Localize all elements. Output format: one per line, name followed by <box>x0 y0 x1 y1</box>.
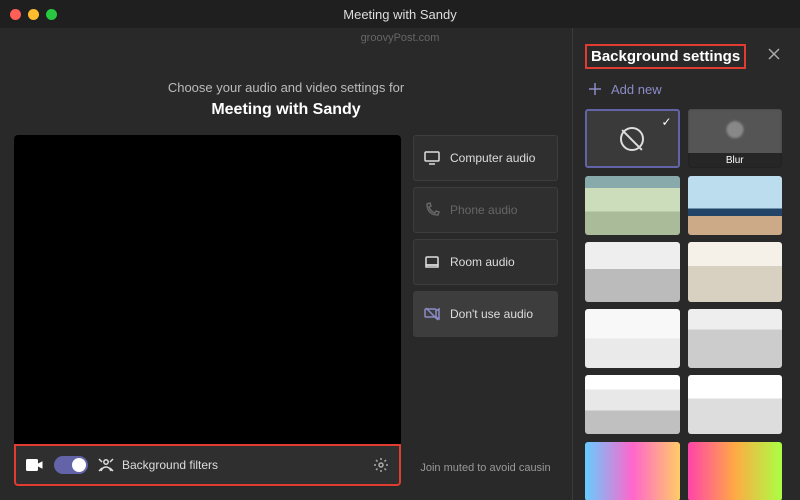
window-title: Meeting with Sandy <box>0 7 800 22</box>
bg-thumb-image[interactable] <box>688 176 783 235</box>
bg-thumb-blur[interactable]: Blur <box>688 109 783 168</box>
audio-option-computer[interactable]: Computer audio <box>413 135 558 181</box>
camera-toggle[interactable] <box>54 456 88 474</box>
background-thumbnails: ✓ Blur <box>585 109 788 500</box>
bg-thumb-image[interactable] <box>585 176 680 235</box>
close-panel-button[interactable] <box>760 42 788 71</box>
background-filters-button[interactable]: Background filters <box>98 457 218 473</box>
phone-icon <box>424 202 440 218</box>
close-icon <box>766 46 782 62</box>
prejoin-instruction: Choose your audio and video settings for <box>14 80 558 95</box>
audio-option-none[interactable]: Don't use audio <box>413 291 558 337</box>
video-controls-bar: Background filters <box>14 444 401 486</box>
video-preview <box>14 135 401 444</box>
join-muted-tip: Join muted to avoid causin <box>413 450 558 486</box>
audio-option-phone: Phone audio <box>413 187 558 233</box>
bg-thumb-none[interactable]: ✓ <box>585 109 680 168</box>
room-icon <box>424 254 440 270</box>
bg-thumb-image[interactable] <box>585 242 680 301</box>
no-audio-icon <box>424 306 440 322</box>
bg-thumb-image[interactable] <box>585 309 680 368</box>
camera-icon <box>26 459 44 471</box>
background-filters-label: Background filters <box>122 458 218 472</box>
audio-option-label: Phone audio <box>450 203 517 217</box>
monitor-icon <box>424 150 440 166</box>
background-effects-icon <box>98 457 114 473</box>
audio-options: Computer audio Phone audio Room audio Do… <box>413 135 558 486</box>
audio-option-room[interactable]: Room audio <box>413 239 558 285</box>
gear-icon <box>373 457 389 473</box>
check-icon: ✓ <box>661 115 671 129</box>
none-icon <box>620 127 644 151</box>
bg-thumb-image[interactable] <box>688 242 783 301</box>
thumb-label: Blur <box>688 153 783 168</box>
settings-button[interactable] <box>373 457 389 473</box>
audio-option-label: Room audio <box>450 255 515 269</box>
audio-option-label: Don't use audio <box>450 307 533 321</box>
meeting-name: Meeting with Sandy <box>14 101 558 119</box>
background-settings-panel: Background settings Add new ✓ Blur <box>572 28 800 500</box>
panel-title: Background settings <box>585 44 746 69</box>
add-new-label: Add new <box>611 82 662 97</box>
titlebar: Meeting with Sandy <box>0 0 800 28</box>
plus-icon <box>587 81 603 97</box>
bg-thumb-image[interactable] <box>585 442 680 500</box>
add-new-button[interactable]: Add new <box>585 81 788 97</box>
bg-thumb-image[interactable] <box>688 375 783 434</box>
bg-thumb-image[interactable] <box>688 309 783 368</box>
bg-thumb-image[interactable] <box>585 375 680 434</box>
audio-option-label: Computer audio <box>450 151 535 165</box>
bg-thumb-image[interactable] <box>688 442 783 500</box>
